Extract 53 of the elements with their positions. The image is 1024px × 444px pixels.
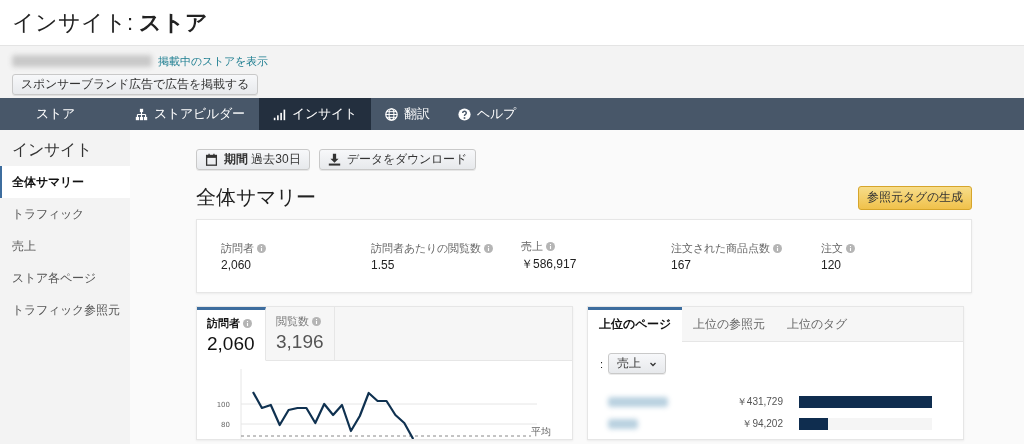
metric-label: 注文	[821, 240, 843, 256]
metric-tab[interactable]: 閲覧数 3,196	[266, 307, 335, 361]
redacted-page-name	[608, 419, 638, 429]
generate-tag-button[interactable]: 参照元タグの生成	[858, 185, 972, 210]
sidebar-item[interactable]: ストア各ページ	[0, 262, 130, 294]
calendar-icon	[205, 153, 218, 166]
sales-value: ￥431,729	[735, 395, 783, 409]
metric-label: 売上	[521, 239, 543, 254]
panel-tab[interactable]: 上位のページ	[588, 307, 682, 342]
info-icon	[312, 317, 321, 326]
panel-tab[interactable]: 上位のタグ	[776, 307, 858, 342]
download-icon	[327, 153, 341, 166]
nav-tab[interactable]: ストア	[14, 98, 121, 130]
date-range-button[interactable]: 期間 過去30日	[196, 149, 310, 170]
section-heading: 全体サマリー	[196, 185, 316, 210]
info-icon	[773, 243, 782, 253]
signal-bars-icon	[273, 107, 286, 121]
view-store-link[interactable]: 掲載中のストアを表示	[158, 53, 268, 69]
metric-value: 120	[821, 257, 843, 272]
sidebar-item[interactable]: 売上	[0, 230, 130, 262]
sidebar-item[interactable]: トラフィック参照元	[0, 294, 130, 326]
sort-label: :	[600, 357, 604, 370]
sitemap-icon	[135, 107, 148, 121]
sales-value: ￥94,202	[741, 417, 783, 431]
metric-value: 1.55	[371, 257, 396, 272]
globe-icon	[385, 107, 398, 121]
nav-tab[interactable]: 翻訳	[371, 98, 444, 130]
metric-label: 訪問者あたりの閲覧数	[371, 240, 481, 256]
panel-tab[interactable]: 上位の参照元	[682, 307, 776, 342]
nav-tab[interactable]: ヘルプ	[444, 98, 530, 130]
metric-value: 167	[671, 257, 693, 272]
nav-tab[interactable]: ストアビルダー	[121, 98, 259, 130]
info-icon	[546, 242, 555, 251]
sidebar-item[interactable]: 全体サマリー	[0, 166, 130, 198]
help-icon	[458, 107, 471, 121]
info-icon	[257, 243, 266, 253]
metric-tab[interactable]: 訪問者 2,060	[197, 307, 266, 361]
metric-label: 訪問者	[221, 240, 254, 256]
metric-value: ￥586,917	[521, 256, 578, 273]
info-icon	[846, 243, 855, 253]
metric-label: 注文された商品点数	[671, 240, 770, 256]
page-title: インサイト: ストア	[12, 8, 209, 37]
average-label: 平均	[531, 426, 551, 437]
metric-value: 2,060	[221, 257, 253, 272]
sidebar-title: インサイト	[11, 140, 93, 160]
sidebar-item[interactable]: トラフィック	[0, 198, 130, 230]
info-icon	[484, 243, 493, 253]
redacted-page-name	[608, 397, 668, 407]
download-button[interactable]: データをダウンロード	[318, 149, 476, 170]
sort-dropdown[interactable]: 売上	[608, 353, 667, 374]
sponsored-ads-button[interactable]: スポンサーブランド広告で広告を掲載する	[12, 74, 258, 95]
info-icon	[243, 319, 252, 328]
nav-tab[interactable]: インサイト	[259, 98, 371, 130]
